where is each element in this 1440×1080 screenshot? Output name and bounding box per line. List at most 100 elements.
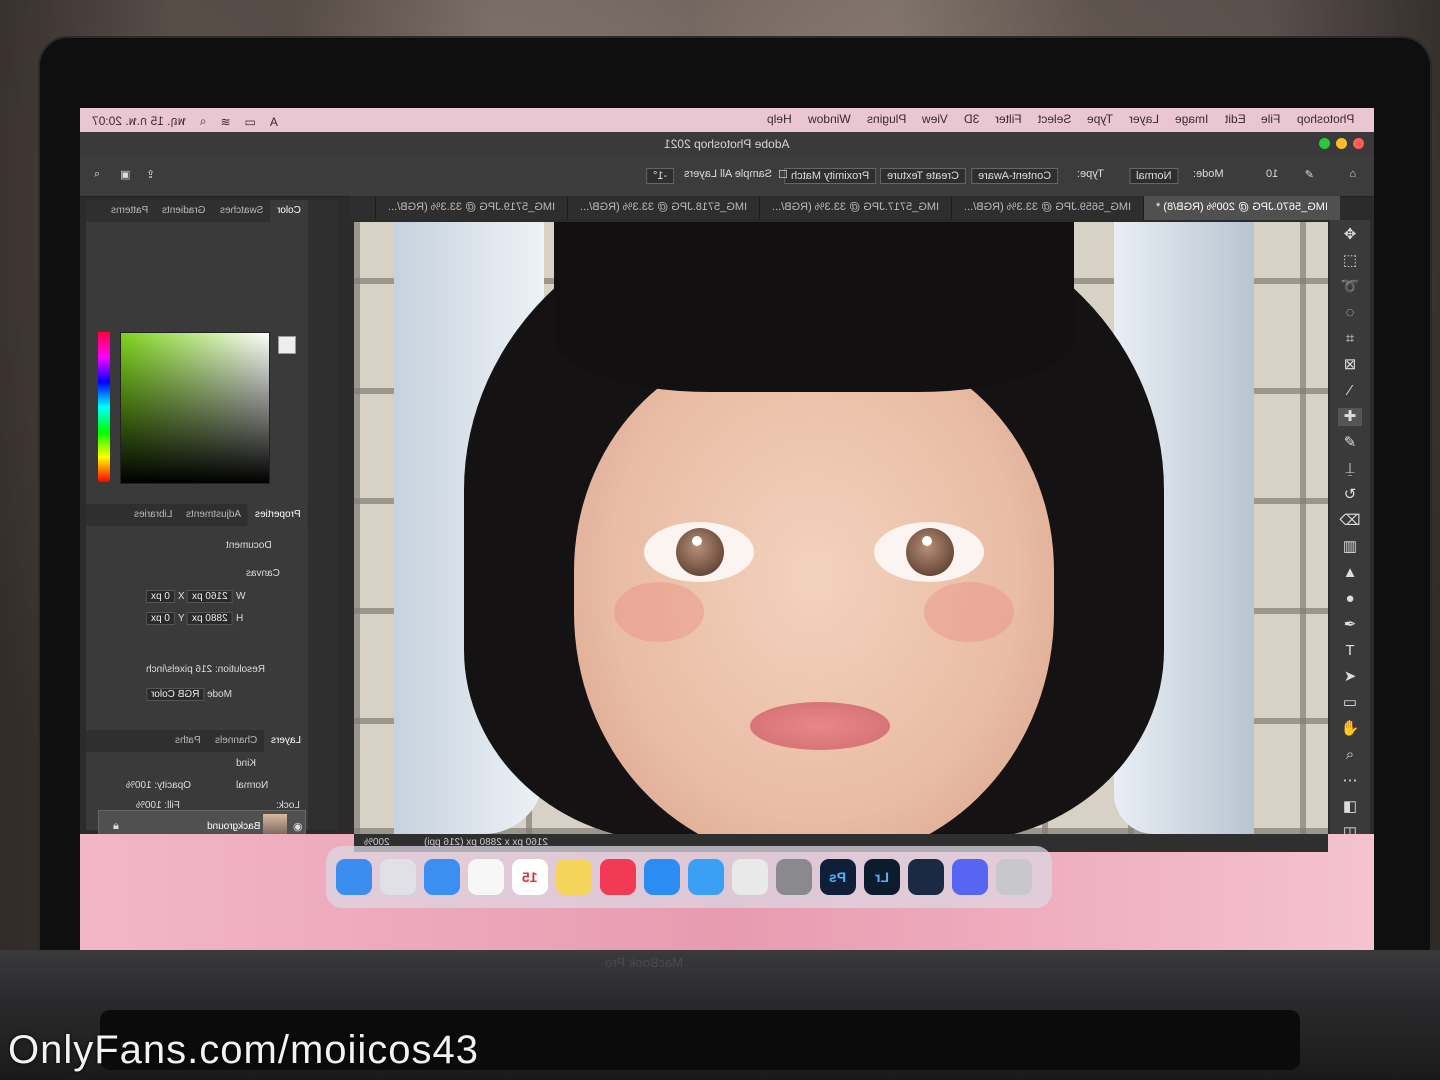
hand-tool-icon[interactable]: ✋ (1338, 720, 1362, 738)
layer-kind-filter[interactable]: Kind (236, 758, 256, 769)
search-icon[interactable]: ⌕ (94, 168, 100, 181)
menu-help[interactable]: Help (767, 112, 792, 126)
path-select-tool-icon[interactable]: ➤ (1338, 668, 1362, 686)
wifi-icon[interactable]: ≋ (220, 115, 230, 129)
appstore-icon[interactable] (644, 859, 680, 895)
menu-image[interactable]: Image (1175, 112, 1208, 126)
color-swatches-icon[interactable]: ◧ (1338, 798, 1362, 816)
menu-layer[interactable]: Layer (1129, 112, 1159, 126)
layers-panel-tab-paths[interactable]: Paths (168, 730, 208, 752)
eyedropper-tool-icon[interactable]: ⁄ (1338, 382, 1362, 400)
discord-icon[interactable] (952, 859, 988, 895)
document-tab[interactable]: IMG_5718.JPG @ 33.3% (RGB/... (566, 196, 759, 220)
menu-filter[interactable]: Filter (995, 112, 1022, 126)
blur-tool-icon[interactable]: ▲ (1338, 564, 1362, 582)
patch-tool-icon[interactable]: ✎ (1305, 168, 1314, 181)
menu-edit[interactable]: Edit (1225, 112, 1246, 126)
canvas-section[interactable]: Canvas (246, 568, 280, 579)
close-button[interactable] (1353, 138, 1364, 149)
workspace-icon[interactable]: ▣ (120, 168, 130, 181)
keyboard-input-icon[interactable]: A (270, 115, 278, 129)
menu-plugins[interactable]: Plugins (867, 112, 906, 126)
eraser-tool-icon[interactable]: ⌫ (1338, 512, 1362, 530)
zoom-tool-icon[interactable]: ⌕ (1338, 746, 1362, 764)
opacity-field[interactable]: Opacity: 100% (126, 780, 191, 791)
document-tab[interactable]: IMG_5719.JPG @ 33.3% (RGB/... (374, 196, 567, 220)
mode-select[interactable]: Normal (1128, 168, 1178, 184)
safari-icon[interactable] (688, 859, 724, 895)
properties-panel-tab-adjustments[interactable]: Adjustments (179, 504, 248, 526)
rectangle-tool-icon[interactable]: ▭ (1338, 694, 1362, 712)
chrome-icon[interactable] (732, 859, 768, 895)
foreground-color-swatch[interactable] (278, 336, 296, 354)
trash-icon[interactable] (996, 859, 1032, 895)
menu-type[interactable]: Type (1087, 112, 1113, 126)
type-create-texture-button[interactable]: Create Texture (880, 168, 966, 184)
sample-all-layers-checkbox[interactable]: ☐ (778, 168, 788, 181)
music-icon[interactable] (600, 859, 636, 895)
brush-size-value[interactable]: 10 (1266, 168, 1278, 180)
color-panel-tab-color[interactable]: Color (270, 200, 308, 222)
quick-select-tool-icon[interactable]: ◌ (1338, 304, 1362, 322)
minimize-button[interactable] (1336, 138, 1347, 149)
gradient-tool-icon[interactable]: ▥ (1338, 538, 1362, 556)
document-tab[interactable]: IMG_5670.JPG @ 200% (RGB/8) * (1143, 196, 1340, 220)
system-prefs-icon[interactable] (776, 859, 812, 895)
notes-icon[interactable] (556, 859, 592, 895)
move-tool-icon[interactable]: ✥ (1338, 226, 1362, 244)
hue-slider[interactable] (98, 332, 110, 482)
brush-tool-icon[interactable]: ✎ (1338, 434, 1362, 452)
document-tab[interactable]: IMG_5659.JPG @ 33.3% (RGB/... (950, 196, 1143, 220)
layers-panel-tab-layers[interactable]: Layers (263, 730, 308, 752)
menu-window[interactable]: Window (808, 112, 851, 126)
menu-3d[interactable]: 3D (964, 112, 979, 126)
properties-panel-tab-properties[interactable]: Properties (248, 504, 308, 526)
color-panel-tab-gradients[interactable]: Gradients (155, 200, 212, 222)
type-tool-icon[interactable]: T (1338, 642, 1362, 660)
color-mode-select[interactable]: RGB Color (146, 688, 205, 701)
menubar-clock[interactable]: พฤ. 15 ก.พ. 20:07 (92, 112, 186, 131)
type-content-aware-button[interactable]: Content-Aware (970, 168, 1058, 184)
battery-icon[interactable]: ▭ (245, 115, 256, 129)
document-tab[interactable]: IMG_5717.JPG @ 33.3% (RGB/... (758, 196, 951, 220)
more-tools-icon[interactable]: ⋯ (1338, 772, 1362, 790)
menu-view[interactable]: View (922, 112, 948, 126)
calendar-icon[interactable]: 15 (512, 859, 548, 895)
height-field[interactable]: 2880 px (187, 612, 233, 625)
menu-select[interactable]: Select (1038, 112, 1071, 126)
share-icon[interactable]: ⇪ (146, 168, 155, 181)
steam-icon[interactable] (908, 859, 944, 895)
x-field[interactable]: 0 px (146, 590, 175, 603)
panel-collapse-strip[interactable] (308, 200, 338, 830)
menu-photoshop[interactable]: Photoshop (1297, 112, 1354, 126)
menu-file[interactable]: File (1261, 112, 1280, 126)
healing-tool-icon[interactable]: ✚ (1338, 408, 1362, 426)
dodge-tool-icon[interactable]: ● (1338, 590, 1362, 608)
photoshop-icon[interactable]: Ps (820, 859, 856, 895)
layers-panel-tab-channels[interactable]: Channels (208, 730, 264, 752)
type-proximity-match-button[interactable]: Proximity Match (783, 168, 876, 184)
color-field[interactable] (120, 332, 270, 484)
crop-tool-icon[interactable]: ⌗ (1338, 330, 1362, 348)
home-icon[interactable]: ⌂ (1349, 168, 1356, 180)
launchpad-icon[interactable] (380, 859, 416, 895)
photos-icon[interactable] (468, 859, 504, 895)
pen-tool-icon[interactable]: ✒ (1338, 616, 1362, 634)
search-icon[interactable]: ⌕ (200, 114, 207, 129)
visibility-eye-icon[interactable]: ◉ (293, 820, 303, 833)
y-field[interactable]: 0 px (146, 612, 175, 625)
angle-field[interactable]: -1° (645, 168, 674, 184)
zoom-button[interactable] (1319, 138, 1330, 149)
mail-icon[interactable] (424, 859, 460, 895)
stamp-tool-icon[interactable]: ⍊ (1338, 460, 1362, 478)
color-panel-tab-patterns[interactable]: Patterns (104, 200, 155, 222)
color-panel-tab-swatches[interactable]: Swatches (213, 200, 270, 222)
properties-panel-tab-libraries[interactable]: Libraries (127, 504, 179, 526)
blend-mode-select[interactable]: Normal (236, 780, 268, 791)
marquee-tool-icon[interactable]: ⬚ (1338, 252, 1362, 270)
lightroom-icon[interactable]: Lr (864, 859, 900, 895)
history-brush-tool-icon[interactable]: ↺ (1338, 486, 1362, 504)
width-field[interactable]: 2160 px (187, 590, 233, 603)
lasso-tool-icon[interactable]: ➰ (1338, 278, 1362, 296)
finder-icon[interactable] (336, 859, 372, 895)
